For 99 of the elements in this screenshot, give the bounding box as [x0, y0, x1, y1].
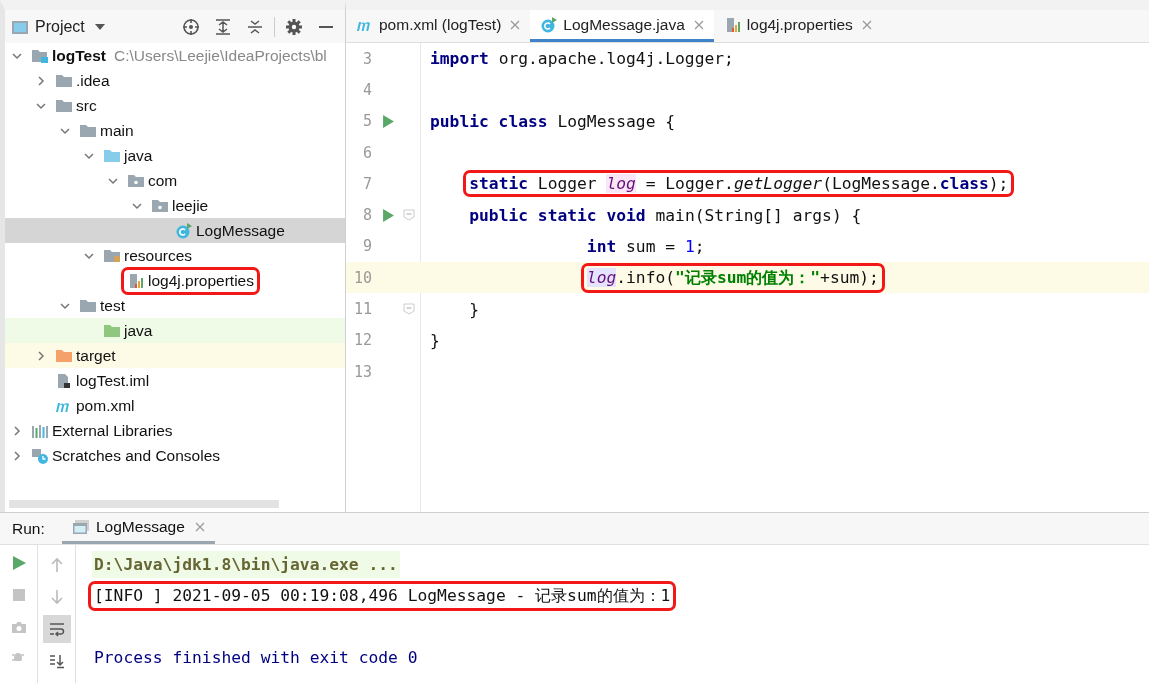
tree-row[interactable]: Scratches and Consoles: [5, 443, 345, 468]
tree-row[interactable]: java: [5, 143, 345, 168]
class-icon: [540, 16, 559, 33]
panel-icon: [11, 18, 29, 35]
tree-row[interactable]: target: [5, 343, 345, 368]
editor-tab[interactable]: pom.xml (logTest): [346, 10, 531, 42]
dropdown-icon[interactable]: [94, 23, 105, 30]
close-icon[interactable]: [510, 19, 521, 30]
libraries-icon: [31, 422, 49, 439]
settings-icon[interactable]: [285, 17, 303, 36]
path-text: C:\Users\Leejie\IdeaProjects\bl: [113, 46, 327, 65]
tree-item-label: resources: [124, 246, 193, 265]
file-icon: [55, 372, 73, 389]
close-icon[interactable]: [194, 522, 205, 532]
scroll-to-end-icon: [48, 653, 65, 669]
editor-tab[interactable]: log4j.properties: [713, 10, 882, 42]
line-number: 3: [361, 49, 372, 68]
folder-icon: [79, 122, 97, 139]
line-number: 7: [361, 174, 372, 193]
folder-icon: [103, 322, 121, 339]
folder-icon: [103, 147, 121, 164]
tree-item-label: pom.xml: [76, 396, 135, 415]
line-number: 13: [352, 362, 372, 381]
chevron-right-icon[interactable]: [35, 74, 47, 87]
package-icon: [151, 197, 169, 214]
tree-item-label: target: [76, 346, 116, 365]
tree-row[interactable]: main: [5, 118, 345, 143]
locate-icon[interactable]: [182, 17, 200, 36]
folder-icon: [55, 72, 73, 89]
tree-item-label: test: [100, 296, 125, 315]
console-tool-button[interactable]: [42, 615, 71, 643]
scrollbar[interactable]: [9, 500, 279, 508]
line-number: 9: [361, 237, 372, 256]
tree-item-label: Scratches and Consoles: [52, 446, 220, 465]
tree-row[interactable]: log4j.properties: [5, 268, 345, 293]
close-icon[interactable]: [861, 19, 872, 30]
line-number: 8: [361, 206, 372, 225]
tree-item-label: .idea: [76, 71, 110, 90]
code-line: import org.apache.log4j.Logger;: [429, 49, 735, 69]
folder-icon: [79, 297, 97, 314]
tree-item-label: log4j.properties: [148, 271, 254, 290]
tree-row[interactable]: External Libraries: [5, 418, 345, 443]
chevron-right-icon[interactable]: [11, 424, 23, 437]
rerun-icon[interactable]: [10, 555, 27, 571]
tree-row[interactable]: logTest.iml: [5, 368, 345, 393]
tree-item-label: logTest: [52, 46, 106, 65]
panel-title[interactable]: Project: [35, 17, 85, 36]
properties-file-icon: [127, 272, 145, 289]
close-icon[interactable]: [693, 19, 704, 30]
console-line: Process finished with exit code 0: [93, 648, 419, 667]
tree-item-label: External Libraries: [52, 421, 173, 440]
tree-item-label: LogMessage: [196, 221, 285, 240]
collapse-all-icon[interactable]: [246, 17, 264, 36]
chevron-right-icon[interactable]: [35, 349, 47, 362]
tree-row[interactable]: LogMessage: [5, 218, 345, 243]
code-line: }: [468, 299, 481, 319]
line-number: 12: [352, 331, 372, 350]
editor-tab[interactable]: LogMessage.java: [530, 10, 714, 42]
code-line: public static void main(String[] args) {: [468, 205, 863, 225]
code-line: }: [429, 330, 441, 350]
run-label: Run:: [12, 519, 46, 538]
tree-item-label: java: [124, 146, 153, 165]
tree-row[interactable]: logTest C:\Users\Leejie\IdeaProjects\bl: [5, 43, 345, 68]
tree-item-label: src: [76, 96, 97, 115]
tree-row[interactable]: resources: [5, 243, 345, 268]
line-number: 6: [361, 143, 372, 162]
folder-icon: [55, 347, 73, 364]
expand-all-icon[interactable]: [214, 17, 232, 36]
folder-icon: [103, 247, 121, 264]
tree-item-label: leejie: [172, 196, 209, 215]
tree-item-label: com: [148, 171, 178, 190]
line-number: 5: [361, 112, 372, 131]
tree-row[interactable]: src: [5, 93, 345, 118]
code-line: public class LogMessage {: [429, 111, 677, 131]
tree-row[interactable]: .idea: [5, 68, 345, 93]
console-icon: [72, 519, 90, 535]
tree-row[interactable]: java: [5, 318, 345, 343]
chevron-right-icon[interactable]: [11, 449, 23, 462]
folder-icon: [55, 97, 73, 114]
package-icon: [127, 172, 145, 189]
module-icon: [31, 47, 49, 64]
tree-item-label: java: [124, 321, 153, 340]
scratches-icon: [31, 447, 49, 464]
line-number: 10: [352, 268, 372, 287]
tree-row[interactable]: test: [5, 293, 345, 318]
line-number: 11: [352, 300, 372, 318]
soft-wrap-icon: [48, 621, 65, 637]
tree-item-label: main: [100, 121, 134, 140]
run-tab[interactable]: LogMessage: [62, 513, 215, 544]
arrow-down-icon: [48, 589, 65, 605]
code-line: int sum = 1;: [585, 236, 706, 256]
tree-row[interactable]: leejie: [5, 193, 345, 218]
line-number: 4: [361, 80, 372, 99]
tree-row[interactable]: com: [5, 168, 345, 193]
run-icon[interactable]: [382, 208, 394, 222]
class-icon: [175, 222, 193, 239]
tree-item-label: logTest.iml: [76, 371, 150, 390]
run-icon[interactable]: [382, 114, 394, 128]
tree-row[interactable]: pom.xml: [5, 393, 345, 418]
